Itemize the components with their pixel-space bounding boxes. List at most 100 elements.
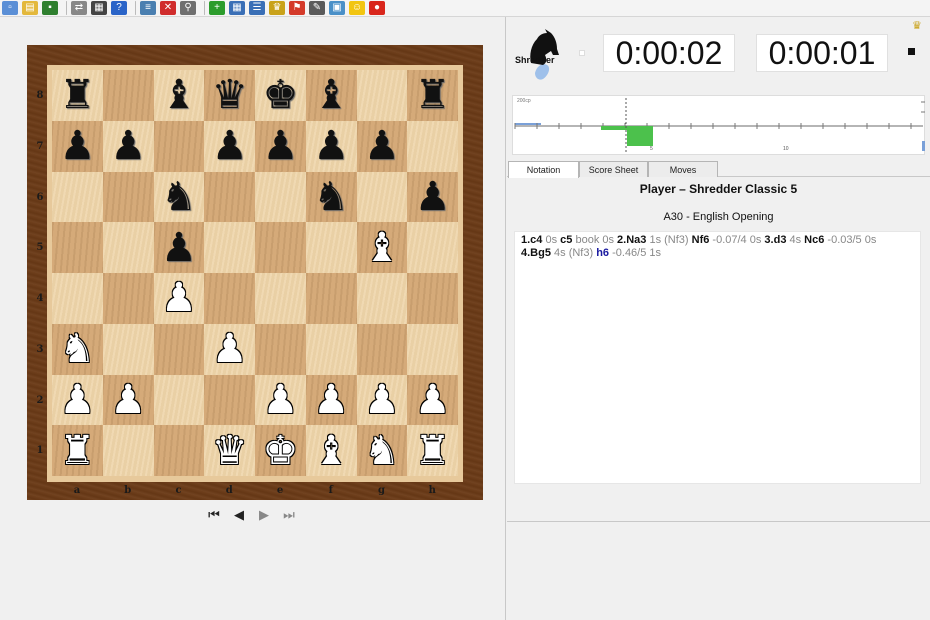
evaluation-graph[interactable]: 200cp 5 10 (512, 95, 925, 155)
square-c3[interactable] (153, 323, 205, 375)
white-pawn-piece[interactable]: ♟ (415, 380, 451, 420)
trophy-icon[interactable]: ♛ (912, 19, 922, 32)
square-g7[interactable]: ♟ (356, 120, 408, 172)
white-pawn-piece[interactable]: ♟ (313, 380, 349, 420)
square-h2[interactable]: ♟ (407, 374, 458, 426)
square-b1[interactable] (102, 425, 154, 476)
square-h4[interactable] (407, 273, 458, 324)
black-queen-piece[interactable]: ♛ (212, 75, 248, 115)
square-e7[interactable]: ♟ (255, 120, 306, 172)
black-pawn-piece[interactable]: ♟ (212, 126, 248, 166)
white-knight-piece[interactable]: ♞ (59, 329, 95, 369)
tab-notation[interactable]: Notation (508, 161, 579, 178)
square-b4[interactable] (102, 273, 154, 324)
white-bishop-piece[interactable]: ♝ (364, 228, 400, 268)
square-e2[interactable]: ♟ (255, 374, 306, 426)
square-f1[interactable]: ♝ (305, 425, 357, 476)
black-pawn-piece[interactable]: ♟ (262, 126, 298, 166)
square-c5[interactable]: ♟ (153, 222, 205, 273)
square-a1[interactable]: ♜ (52, 425, 103, 476)
square-a3[interactable]: ♞ (52, 323, 103, 375)
white-pawn-piece[interactable]: ♟ (59, 380, 95, 420)
black-knight-piece[interactable]: ♞ (161, 177, 197, 217)
square-d1[interactable]: ♛ (204, 425, 255, 476)
black-bishop-piece[interactable]: ♝ (161, 75, 197, 115)
move-token[interactable]: 1.c4 (521, 234, 542, 246)
square-d8[interactable]: ♛ (204, 70, 255, 121)
white-bishop-piece[interactable]: ♝ (313, 431, 349, 471)
square-f2[interactable]: ♟ (305, 374, 357, 426)
tab-moves[interactable]: Moves (648, 161, 718, 177)
square-h3[interactable] (407, 323, 458, 375)
square-a5[interactable] (52, 222, 103, 273)
square-d5[interactable] (204, 222, 255, 273)
last-move-button[interactable]: ⏭ (282, 508, 296, 522)
search-icon[interactable]: ⚲ (180, 1, 196, 15)
square-h1[interactable]: ♜ (407, 425, 458, 476)
first-move-button[interactable]: ⏮ (207, 508, 221, 522)
white-pawn-piece[interactable]: ♟ (262, 380, 298, 420)
square-h7[interactable] (407, 120, 458, 172)
chess-board[interactable]: ♜ ♝ ♛ ♚ ♝ ♜ ♟ ♟ ♟ ♟ ♟ ♟ ♞ ♞ ♟ ♟ ♝ ♟ ♞ ♟ ♟ ♟ ♟ ♟ ♟ ♟ ♜ ♛ ♚ ♝ ♞ ♜ (52, 70, 458, 476)
square-b3[interactable] (102, 323, 154, 375)
square-d4[interactable] (204, 273, 255, 324)
white-rook-piece[interactable]: ♜ (59, 431, 95, 471)
white-queen-piece[interactable]: ♛ (212, 431, 248, 471)
square-f3[interactable] (305, 323, 357, 375)
move-token[interactable]: Nf6 (692, 234, 710, 246)
square-a8[interactable]: ♜ (52, 70, 103, 121)
square-d6[interactable] (204, 171, 255, 223)
database-icon[interactable]: ≡ (140, 1, 156, 15)
black-pawn-piece[interactable]: ♟ (364, 126, 400, 166)
new-icon[interactable]: ▫ (2, 1, 18, 15)
board-setup-icon[interactable]: ▦ (91, 1, 107, 15)
black-pawn-piece[interactable]: ♟ (110, 126, 146, 166)
table-icon[interactable]: ▦ (229, 1, 245, 15)
add-icon[interactable]: + (209, 1, 225, 15)
square-e4[interactable] (255, 273, 306, 324)
swap-icon[interactable]: ⇄ (71, 1, 87, 15)
square-e6[interactable] (255, 171, 306, 223)
square-b6[interactable] (102, 171, 154, 223)
square-f8[interactable]: ♝ (305, 70, 357, 121)
square-f7[interactable]: ♟ (305, 120, 357, 172)
white-pawn-piece[interactable]: ♟ (110, 380, 146, 420)
square-h5[interactable] (407, 222, 458, 273)
square-e8[interactable]: ♚ (255, 70, 306, 121)
help-icon[interactable]: ? (111, 1, 127, 15)
square-d3[interactable]: ♟ (204, 323, 255, 375)
move-token[interactable]: Nc6 (804, 234, 824, 246)
trophy-icon[interactable]: ♛ (269, 1, 285, 15)
square-g6[interactable] (356, 171, 408, 223)
square-a6[interactable] (52, 171, 103, 223)
white-king-piece[interactable]: ♚ (262, 431, 298, 471)
edit-icon[interactable]: ✎ (309, 1, 325, 15)
black-rook-piece[interactable]: ♜ (415, 75, 451, 115)
square-c8[interactable]: ♝ (153, 70, 205, 121)
square-e3[interactable] (255, 323, 306, 375)
square-g2[interactable]: ♟ (356, 374, 408, 426)
square-f4[interactable] (305, 273, 357, 324)
square-b5[interactable] (102, 222, 154, 273)
notation-panel[interactable]: 1.c4 0s c5 book 0s 2.Na3 1s (Nf3) Nf6 -0… (514, 231, 921, 484)
move-token[interactable]: 3.d3 (764, 234, 786, 246)
square-c2[interactable] (153, 374, 205, 426)
black-pawn-piece[interactable]: ♟ (313, 126, 349, 166)
white-knight-piece[interactable]: ♞ (364, 431, 400, 471)
square-f6[interactable]: ♞ (305, 171, 357, 223)
square-f5[interactable] (305, 222, 357, 273)
black-king-piece[interactable]: ♚ (262, 75, 298, 115)
save-icon[interactable]: ▪ (42, 1, 58, 15)
square-g5[interactable]: ♝ (356, 222, 408, 273)
black-bishop-piece[interactable]: ♝ (313, 75, 349, 115)
move-token[interactable]: h6 (596, 247, 609, 259)
flag-icon[interactable]: ⚑ (289, 1, 305, 15)
square-c1[interactable] (153, 425, 205, 476)
list-icon[interactable]: ☰ (249, 1, 265, 15)
square-d7[interactable]: ♟ (204, 120, 255, 172)
apple-icon[interactable]: ● (369, 1, 385, 15)
square-c6[interactable]: ♞ (153, 171, 205, 223)
square-h6[interactable]: ♟ (407, 171, 458, 223)
square-g1[interactable]: ♞ (356, 425, 408, 476)
black-rook-piece[interactable]: ♜ (59, 75, 95, 115)
